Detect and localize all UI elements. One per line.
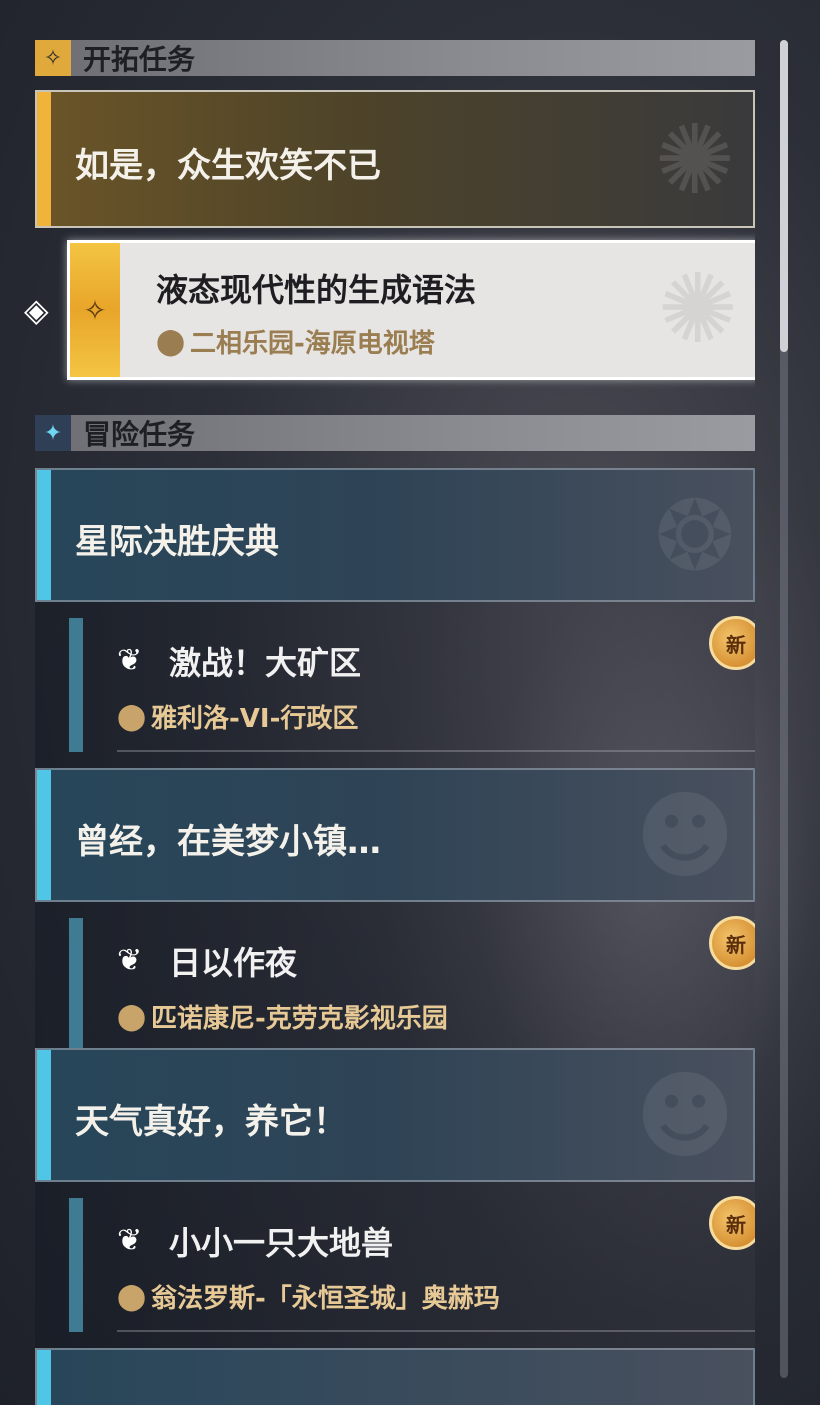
location-pin-icon: ⬤	[117, 701, 147, 732]
adventure-quest-item[interactable]: ❦ 小小一只大地兽 ⬤ 翁法罗斯-「永恒圣城」奥赫玛 新 ✦	[35, 1182, 755, 1348]
quest-title: 激战！大矿区	[169, 644, 362, 682]
adventure-mission-card[interactable]: 曾经，在美梦小镇… ☻	[35, 768, 755, 902]
quest-location: ⬤ 翁法罗斯-「永恒圣城」奥赫玛	[117, 1278, 500, 1315]
scrollbar-thumb[interactable]	[780, 40, 788, 352]
trailblaze-mission-card[interactable]: 如是，众生欢笑不已 ✺	[35, 90, 755, 228]
mission-emblem-icon: ☻	[634, 780, 735, 892]
quest-location-text: 二相乐园-海原电视塔	[190, 329, 435, 359]
quest-location-text: 匹诺康尼-克劳克影视乐园	[151, 1004, 448, 1034]
section-title-adventure: 冒险任务	[83, 418, 196, 451]
sparkle-icon: ✦	[753, 1191, 755, 1212]
new-badge-label: 新	[726, 1212, 746, 1237]
quest-emblem-icon: ✺	[657, 253, 738, 365]
adventure-mission-card-partial[interactable]	[35, 1348, 755, 1405]
quest-title-row: ❦ 小小一只大地兽	[117, 1218, 393, 1264]
new-badge-label: 新	[726, 632, 746, 657]
new-badge-label: 新	[726, 932, 746, 957]
sparkle-icon: ✦	[753, 911, 755, 932]
mission-accent-bar	[37, 470, 51, 600]
mission-title: 曾经，在美梦小镇…	[75, 822, 381, 862]
mission-accent-bar	[37, 770, 51, 900]
quest-title-row: ❦ 日以作夜	[117, 938, 297, 984]
quest-title: 日以作夜	[169, 944, 298, 982]
new-badge: 新 ✦	[709, 611, 755, 670]
sparkle-icon: ✦	[753, 611, 755, 632]
quest-location-text: 翁法罗斯-「永恒圣城」奥赫玛	[151, 1284, 500, 1314]
quest-location-text: 雅利洛-VI-行政区	[151, 704, 359, 734]
mission-list-panel: ✧ 开拓任务 如是，众生欢笑不已 ✺ ✧ 液态现代性的生成语法 ⬤ 二相乐园-海…	[35, 40, 755, 1405]
section-header-adventure: ✦ 冒险任务	[35, 415, 755, 451]
mission-accent-bar	[37, 1050, 51, 1180]
selected-quest-item[interactable]: ✧ 液态现代性的生成语法 ⬤ 二相乐园-海原电视塔 ✺	[67, 240, 755, 380]
adventure-mission-card[interactable]: 天气真好，养它！ ☻	[35, 1048, 755, 1182]
mission-accent-bar	[37, 1350, 51, 1405]
selected-indicator-icon: ◈	[24, 291, 49, 329]
scrollbar[interactable]	[780, 40, 788, 1378]
mission-emblem-icon: ❂	[654, 480, 735, 592]
quest-location: ⬤ 雅利洛-VI-行政区	[117, 698, 358, 735]
mission-emblem-icon: ☻	[634, 1060, 735, 1172]
quest-location: ⬤ 二相乐园-海原电视塔	[156, 323, 435, 360]
adventure-quest-icon: ❦	[117, 1223, 143, 1258]
quest-title: 小小一只大地兽	[169, 1224, 394, 1262]
trailblaze-quest-ribbon-icon: ✧	[70, 243, 120, 377]
section-header-trailblaze: ✧ 开拓任务	[35, 40, 755, 76]
adventure-quest-icon: ❦	[117, 943, 143, 978]
mission-emblem-icon: ✺	[654, 104, 735, 216]
trailblaze-diamond-icon: ✧	[35, 40, 71, 76]
location-pin-icon: ⬤	[156, 326, 186, 357]
mission-title: 天气真好，养它！	[75, 1102, 347, 1142]
location-pin-icon: ⬤	[117, 1281, 147, 1312]
quest-location: ⬤ 匹诺康尼-克劳克影视乐园	[117, 998, 448, 1035]
adventure-quest-item[interactable]: ❦ 日以作夜 ⬤ 匹诺康尼-克劳克影视乐园 新 ✦	[35, 902, 755, 1068]
quest-title: 液态现代性的生成语法	[156, 271, 477, 309]
mission-accent-bar	[37, 92, 51, 226]
new-badge: 新 ✦	[709, 1191, 755, 1250]
quest-divider	[117, 750, 755, 752]
mission-title: 星际决胜庆典	[75, 522, 279, 562]
adventure-mission-card[interactable]: 星际决胜庆典 ❂	[35, 468, 755, 602]
section-title-trailblaze: 开拓任务	[83, 43, 196, 76]
adventure-quest-icon: ❦	[117, 643, 143, 678]
quest-accent-bar	[69, 918, 83, 1052]
mission-title: 如是，众生欢笑不已	[75, 146, 381, 186]
quest-accent-bar	[69, 1198, 83, 1332]
new-badge: 新 ✦	[709, 911, 755, 970]
location-pin-icon: ⬤	[117, 1001, 147, 1032]
adventure-quest-item[interactable]: ❦ 激战！大矿区 ⬤ 雅利洛-VI-行政区 新 ✦	[35, 602, 755, 768]
adventure-star-icon: ✦	[35, 415, 71, 451]
quest-divider	[117, 1330, 755, 1332]
quest-title-row: ❦ 激战！大矿区	[117, 638, 361, 684]
quest-accent-bar	[69, 618, 83, 752]
